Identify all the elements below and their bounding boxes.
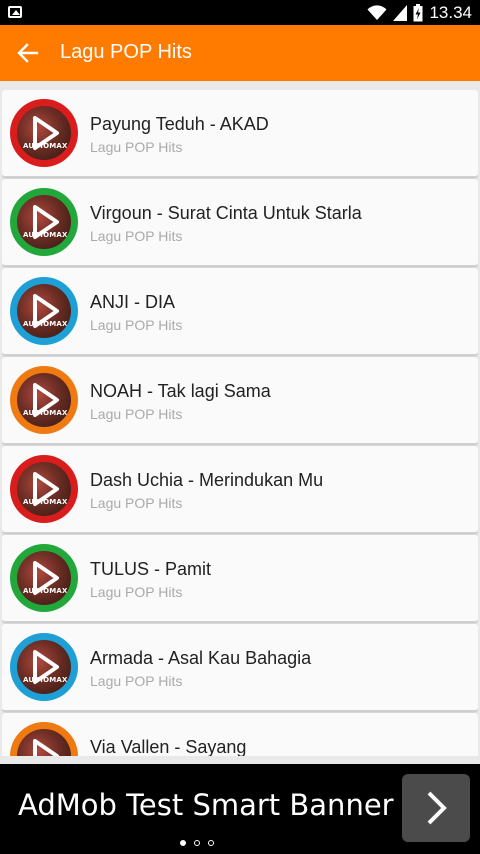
ad-text[interactable]: AdMob Test Smart Banner [18,788,394,822]
list-item[interactable]: AUDIOMAX Dash Uchia - Merindukan Mu Lagu P… [2,446,478,533]
song-title: ANJI - DIA [90,292,176,312]
list-item[interactable]: AUDIOMAX Payung Teduh - AKAD Lagu POP Hits [2,90,478,177]
page-dot [208,840,214,846]
ad-next-button[interactable] [402,774,470,842]
ad-page-indicator [180,840,214,846]
song-subtitle: Lagu POP Hits [90,584,183,600]
thumbnail-brand-text: AUDIOMAX [23,231,68,239]
song-subtitle: Lagu POP Hits [90,495,183,511]
play-icon: AUDIOMAX [17,462,71,516]
song-thumbnail: AUDIOMAX [10,366,78,434]
thumbnail-brand-text: AUDIOMAX [23,498,68,506]
song-title: Dash Uchia - Merindukan Mu [90,470,324,490]
play-icon: AUDIOMAX [17,640,71,694]
action-bar: Lagu POP Hits [0,25,480,81]
page-title: Lagu POP Hits [60,41,192,63]
status-time: 13.34 [429,3,472,22]
thumbnail-brand-text: AUDIOMAX [23,409,68,417]
list-item[interactable]: AUDIOMAXVia Vallen - SayangLagu POP Hits [2,713,478,756]
song-thumbnail: AUDIOMAX [10,99,78,167]
status-bar: 13.34 [0,0,480,25]
list-item[interactable]: AUDIOMAX ANJI - DIA Lagu POP Hits [2,268,478,355]
back-button[interactable] [8,33,48,73]
chevron-right-icon [427,791,447,825]
thumbnail-brand-text: AUDIOMAX [23,142,68,150]
status-icons: 13.34 [367,3,472,23]
song-subtitle: Lagu POP Hits [90,317,183,333]
ad-banner[interactable]: AdMob Test Smart Banner [0,764,480,854]
song-thumbnail: AUDIOMAX [10,633,78,701]
page-dot [194,840,200,846]
song-thumbnail: AUDIOMAX [10,277,78,345]
list-item[interactable]: AUDIOMAX Armada - Asal Kau Bahagia Lagu PO… [2,624,478,711]
song-thumbnail: AUDIOMAX [10,455,78,523]
list-item[interactable]: AUDIOMAX Virgoun - Surat Cinta Untuk Star… [2,179,478,266]
song-title: Armada - Asal Kau Bahagia [90,648,312,668]
battery-icon [413,4,423,22]
thumbnail-brand-text: AUDIOMAX [23,587,68,595]
image-notification-icon [8,6,22,18]
song-list[interactable]: AUDIOMAX Payung Teduh - AKAD Lagu POP Hits… [2,90,478,756]
song-subtitle: Lagu POP Hits [90,228,183,244]
play-icon: AUDIOMAX [17,373,71,427]
thumbnail-brand-text: AUDIOMAX [23,320,68,328]
song-subtitle: Lagu POP Hits [90,139,183,155]
song-title: Payung Teduh - AKAD [90,114,269,134]
play-icon: AUDIOMAX [17,284,71,338]
song-title: NOAH - Tak lagi Sama [90,381,271,401]
list-item[interactable]: AUDIOMAX TULUS - Pamit Lagu POP Hits [2,535,478,622]
song-title: Via Vallen - Sayang [90,737,247,756]
song-thumbnail: AUDIOMAX [10,722,78,756]
arrow-left-icon [17,43,39,63]
song-subtitle: Lagu POP Hits [90,406,183,422]
song-thumbnail: AUDIOMAX [10,188,78,256]
song-title: Virgoun - Surat Cinta Untuk Starla [90,203,362,223]
signal-icon [393,5,408,21]
list-item[interactable]: AUDIOMAX NOAH - Tak lagi Sama Lagu POP Hit… [2,357,478,444]
play-icon: AUDIOMAX [17,551,71,605]
play-icon: AUDIOMAX [17,106,71,160]
page-dot [180,840,186,846]
wifi-icon [367,5,387,21]
play-icon: AUDIOMAX [17,729,71,756]
song-title: TULUS - Pamit [90,559,212,579]
thumbnail-brand-text: AUDIOMAX [23,676,68,684]
song-subtitle: Lagu POP Hits [90,673,183,689]
play-icon: AUDIOMAX [17,195,71,249]
song-thumbnail: AUDIOMAX [10,544,78,612]
